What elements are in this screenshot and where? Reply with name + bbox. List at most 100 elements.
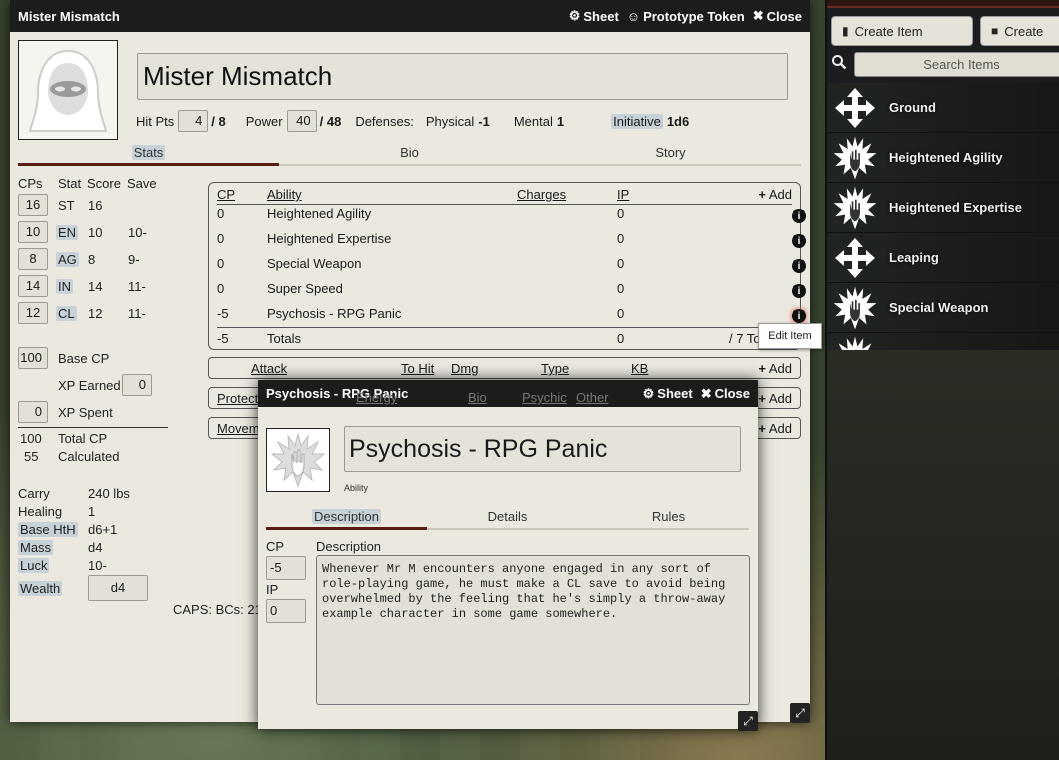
create-item-button[interactable]: ▮ Create Item bbox=[831, 16, 973, 46]
sidebar-item[interactable]: Heightened Expertise bbox=[827, 183, 1059, 233]
info-icon[interactable]: i bbox=[792, 309, 806, 323]
ability-row[interactable]: -5Psychosis - RPG Panic0✎🗑i bbox=[209, 302, 807, 327]
hitpts-input[interactable]: 4 bbox=[178, 110, 209, 132]
stat-cp-input[interactable]: 12 bbox=[18, 302, 48, 324]
info-icon[interactable]: i bbox=[792, 284, 806, 298]
bio-column-header: Bio bbox=[468, 390, 487, 405]
burst-hand-icon bbox=[270, 432, 326, 488]
add-ability-button[interactable]: + Add bbox=[758, 187, 792, 202]
xp-spent-input[interactable]: 0 bbox=[18, 401, 48, 423]
sheet-resize-handle[interactable]: ⤢ bbox=[790, 703, 810, 723]
stat-name[interactable]: EN bbox=[56, 225, 79, 240]
stat-cp-input[interactable]: 10 bbox=[18, 221, 48, 243]
item-name-input[interactable]: Psychosis - RPG Panic bbox=[344, 426, 741, 472]
item-thumbnail bbox=[831, 185, 879, 231]
item-resize-handle[interactable]: ⤢ bbox=[738, 711, 758, 731]
ability-name: Heightened Agility bbox=[267, 206, 372, 221]
type-column-header[interactable]: Type bbox=[541, 361, 569, 376]
add-attack-button[interactable]: + Add bbox=[758, 361, 792, 376]
sheet-config-button[interactable]: ⚙ Sheet bbox=[569, 8, 619, 24]
info-icon[interactable]: i bbox=[792, 209, 806, 223]
create-folder-button[interactable]: ■ Create bbox=[980, 16, 1059, 46]
item-cp-input[interactable]: -5 bbox=[266, 556, 306, 580]
tab-bio[interactable]: Bio bbox=[279, 145, 540, 166]
item-image[interactable] bbox=[266, 428, 330, 492]
ability-row[interactable]: 0Heightened Agility0✎🗑i bbox=[209, 202, 807, 227]
ability-ip: 0 bbox=[617, 256, 625, 271]
suitcase-icon: ▮ bbox=[842, 24, 849, 38]
close-icon: ✖ bbox=[752, 8, 764, 23]
ip-column-header[interactable]: IP bbox=[617, 187, 629, 202]
tab-details[interactable]: Details bbox=[427, 509, 588, 530]
wealth-input[interactable]: d4 bbox=[88, 575, 148, 601]
misc-stat-value: d6+1 bbox=[88, 522, 118, 537]
sidebar-item[interactable]: Leaping bbox=[827, 233, 1059, 283]
close-icon: ✖ bbox=[700, 385, 712, 401]
attack-column-header[interactable]: Attack bbox=[251, 361, 287, 376]
character-portrait[interactable] bbox=[18, 40, 118, 140]
tohit-column-header[interactable]: To Hit bbox=[401, 361, 434, 376]
add-movement-label: Add bbox=[768, 421, 792, 436]
base-cp-input[interactable]: 100 bbox=[18, 347, 48, 369]
item-window-header[interactable]: Psychosis - RPG Panic ⚙ Sheet ✖ Close bbox=[258, 380, 758, 407]
ability-name: Psychosis - RPG Panic bbox=[267, 306, 402, 321]
abilities-header: CP Ability Charges IP + Add bbox=[209, 187, 800, 203]
description-textarea[interactable]: Whenever Mr M encounters anyone engaged … bbox=[316, 555, 750, 705]
power-input[interactable]: 40 bbox=[286, 110, 317, 132]
item-close-button[interactable]: ✖ Close bbox=[701, 386, 750, 402]
sidebar-item[interactable]: Special Weapon bbox=[827, 283, 1059, 333]
misc-stat-label[interactable]: Mass bbox=[18, 540, 54, 555]
xp-earned-input[interactable]: 0 bbox=[122, 374, 152, 396]
movement-column-header[interactable]: Movem bbox=[217, 421, 260, 436]
other-column-header: Other bbox=[576, 390, 609, 405]
misc-stat-label[interactable]: Base HtH bbox=[18, 522, 78, 537]
add-protection-button[interactable]: + Add bbox=[758, 391, 792, 406]
ability-row[interactable]: 0Heightened Expertise0✎🗑i bbox=[209, 227, 807, 252]
item-thumbnail bbox=[831, 235, 879, 281]
character-name-input[interactable]: Mister Mismatch bbox=[137, 53, 788, 100]
stat-name[interactable]: IN bbox=[56, 279, 73, 294]
stat-cp-input[interactable]: 8 bbox=[18, 248, 48, 270]
tab-stats[interactable]: Stats bbox=[18, 145, 279, 166]
hitpts-max: / 8 bbox=[211, 113, 226, 129]
close-button[interactable]: ✖ Close bbox=[753, 8, 802, 24]
abilities-totals-row: -5 Totals 0 / 7 To bbox=[209, 327, 800, 352]
misc-stat-label[interactable]: Luck bbox=[18, 558, 50, 573]
ability-ip: 0 bbox=[617, 231, 625, 246]
ability-row[interactable]: 0Super Speed0✎🗑i bbox=[209, 277, 807, 302]
energy-column-header: Energy bbox=[356, 390, 398, 405]
stat-save: 10- bbox=[128, 225, 147, 240]
sidebar-item[interactable]: Ground bbox=[827, 83, 1059, 133]
add-movement-button[interactable]: + Add bbox=[758, 421, 792, 436]
ability-column-header[interactable]: Ability bbox=[267, 187, 302, 202]
sheet-window-header[interactable]: Mister Mismatch ⚙ Sheet ☺ Prototype Toke… bbox=[10, 0, 810, 32]
info-icon[interactable]: i bbox=[792, 234, 806, 248]
tab-story[interactable]: Story bbox=[540, 145, 801, 166]
description-label: Description bbox=[316, 539, 382, 554]
initiative-roll[interactable]: Initiative bbox=[611, 113, 663, 129]
stat-cp-input[interactable]: 16 bbox=[18, 194, 48, 216]
wealth-roll[interactable]: Wealth bbox=[18, 581, 63, 596]
info-icon[interactable]: i bbox=[792, 259, 806, 273]
sidebar-item[interactable]: Heightened Agility bbox=[827, 133, 1059, 183]
stat-cp-input[interactable]: 14 bbox=[18, 275, 48, 297]
item-sheet-config-button[interactable]: ⚙ Sheet bbox=[643, 386, 693, 402]
tab-rules[interactable]: Rules bbox=[588, 509, 749, 530]
kb-column-header[interactable]: KB bbox=[631, 361, 648, 376]
ability-row[interactable]: 0Special Weapon0✎🗑i bbox=[209, 252, 807, 277]
item-ip-input[interactable]: 0 bbox=[266, 599, 306, 623]
search-items-input[interactable]: Search Items bbox=[854, 52, 1059, 77]
stat-name[interactable]: CL bbox=[56, 306, 77, 321]
attributes-row: Hit Pts 4 / 8 Power 40 / 48 Defenses: Ph… bbox=[136, 109, 689, 133]
plus-icon: + bbox=[758, 187, 766, 202]
charges-column-header[interactable]: Charges bbox=[517, 187, 566, 202]
stat-name[interactable]: AG bbox=[56, 252, 79, 267]
dmg-column-header[interactable]: Dmg bbox=[451, 361, 478, 376]
sidebar-item-label: Special Weapon bbox=[889, 300, 989, 315]
cp-column-header[interactable]: CP bbox=[217, 187, 235, 202]
create-folder-label: Create bbox=[1004, 23, 1044, 39]
xp-spent-label: XP Spent bbox=[58, 405, 113, 420]
tab-description[interactable]: Description bbox=[266, 509, 427, 530]
resize-icon: ⤢ bbox=[743, 713, 753, 728]
prototype-token-button[interactable]: ☺ Prototype Token bbox=[627, 9, 745, 24]
